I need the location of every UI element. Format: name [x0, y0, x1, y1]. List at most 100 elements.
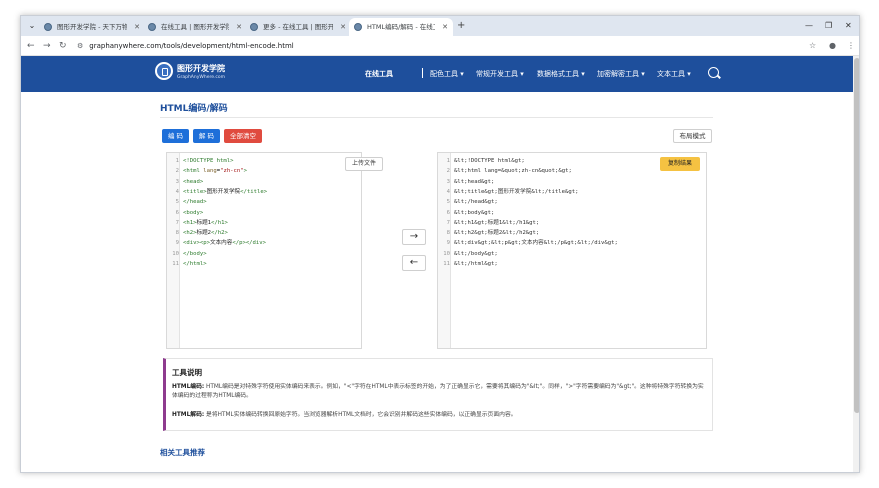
profile-icon[interactable]: ●: [829, 39, 836, 53]
close-window-icon[interactable]: ✕: [845, 18, 852, 34]
site-header: 图形开发学院 GraphAnyWhere.com 在线工具 配色工具 ▾ 常规开…: [21, 56, 853, 92]
code-text: <div><p>文本内容</p></div>: [183, 240, 267, 247]
line-number: 10: [172, 250, 179, 257]
code-text: <!DOCTYPE html>: [183, 158, 234, 164]
favicon-icon: [148, 23, 156, 31]
tab-search-icon[interactable]: ⌄: [25, 19, 39, 33]
close-tab-icon[interactable]: ✕: [134, 18, 140, 36]
line-number: 2: [175, 168, 179, 175]
nav-crypto-tools[interactable]: 加密解密工具 ▾: [597, 69, 645, 79]
code-text: &lt;h2&gt;标题2&lt;/h2&gt;: [454, 230, 540, 237]
line-number: 9: [446, 240, 450, 247]
line-number: 8: [175, 230, 179, 237]
clear-all-button[interactable]: 全部清空: [224, 129, 262, 143]
code-text: </html>: [183, 261, 207, 267]
nav-color-tools[interactable]: 配色工具 ▾: [430, 69, 464, 79]
new-tab-button[interactable]: +: [457, 18, 465, 34]
code-text: <body>: [183, 209, 204, 216]
favicon-icon: [44, 23, 52, 31]
browser-window: ⌄ 图形开发学院 - 天下万物，无所... ✕ 在线工具 | 图形开发学院 ✕ …: [20, 15, 860, 473]
encode-button[interactable]: 编 码: [162, 129, 189, 143]
minimize-icon[interactable]: —: [805, 18, 813, 34]
code-text: <head>: [183, 178, 204, 185]
arrow-right-icon: →: [409, 231, 419, 242]
encode-text: HTML编码是对特殊字符使用实体编码来表示。例如，"<"字符在HTML中表示标签…: [172, 384, 704, 399]
encode-label: HTML编码:: [172, 384, 205, 390]
favicon-icon: [354, 23, 362, 31]
code-text: &lt;h1&gt;标题1&lt;/h1&gt;: [454, 219, 540, 226]
line-number: 4: [446, 188, 450, 195]
back-icon[interactable]: ←: [27, 39, 35, 53]
code-text: &lt;!DOCTYPE html&gt;: [454, 158, 525, 164]
tab-title: 在线工具 | 图形开发学院: [161, 23, 229, 31]
line-number: 7: [446, 219, 450, 226]
line-number: 4: [175, 188, 179, 195]
line-number: 1: [446, 158, 450, 164]
bookmark-star-icon[interactable]: ☆: [809, 39, 816, 53]
scrollbar-thumb[interactable]: [854, 58, 859, 413]
line-number: 7: [175, 219, 179, 226]
search-icon[interactable]: [708, 67, 719, 78]
decode-description: HTML解码: 是将HTML实体编码转换回原始字符。当浏览器解析HTML文档时，…: [172, 411, 708, 420]
line-number: 2: [446, 168, 450, 175]
line-number: 5: [175, 199, 179, 206]
browser-tab-active[interactable]: HTML编码/解码 - 在线工具 | 图... ✕: [349, 18, 453, 36]
decode-text: 是将HTML实体编码转换回原始字符。当浏览器解析HTML文档时，它会识别并解码这…: [206, 412, 517, 418]
code-text: &lt;/head&gt;: [454, 199, 498, 206]
logo-title[interactable]: 图形开发学院: [177, 63, 225, 74]
code-text: &lt;html lang=&quot;zh-cn&quot;&gt;: [454, 168, 572, 175]
nav-data-format-tools[interactable]: 数据格式工具 ▾: [537, 69, 585, 79]
line-number: 9: [175, 240, 179, 247]
tab-title: 更多 - 在线工具 | 图形开发学院: [263, 23, 333, 31]
related-tools-heading: 相关工具推荐: [160, 448, 205, 457]
page-scrollbar[interactable]: [853, 56, 859, 472]
title-divider: [160, 117, 713, 118]
decode-button[interactable]: 解 码: [193, 129, 220, 143]
site-info-icon[interactable]: ⚙: [77, 42, 83, 50]
page-viewport: 图形开发学院 GraphAnyWhere.com 在线工具 配色工具 ▾ 常规开…: [21, 56, 859, 472]
nav-text-tools[interactable]: 文本工具 ▾: [657, 69, 691, 79]
browser-tab[interactable]: 更多 - 在线工具 | 图形开发学院 ✕: [245, 18, 351, 36]
input-editor[interactable]: 1 <!DOCTYPE html> 2 <html lang="zh-cn"> 3 <he…: [166, 152, 383, 349]
site-logo-icon[interactable]: [155, 62, 173, 80]
layout-mode-button[interactable]: 布局模式: [673, 129, 712, 143]
browser-tab[interactable]: 图形开发学院 - 天下万物，无所... ✕: [39, 18, 145, 36]
browser-menu-icon[interactable]: ⋮: [847, 39, 855, 53]
browser-tab[interactable]: 在线工具 | 图形开发学院 ✕: [143, 18, 247, 36]
arrow-left-icon: ←: [409, 257, 419, 268]
upload-file-button[interactable]: 上传文件: [345, 157, 383, 171]
code-text: &lt;/html&gt;: [454, 261, 498, 267]
reload-icon[interactable]: ↻: [59, 39, 67, 53]
code-text: <h2>标题2</h2>: [183, 230, 228, 237]
address-bar[interactable]: ⚙ graphanywhere.com/tools/development/htm…: [77, 39, 294, 53]
line-number: 3: [446, 178, 450, 185]
nav-divider: [422, 68, 423, 78]
decode-arrow-button[interactable]: ←: [402, 255, 426, 271]
code-text: &lt;head&gt;: [454, 178, 495, 185]
line-number: 11: [172, 261, 179, 267]
code-text: &lt;/body&gt;: [454, 250, 498, 257]
code-text: &lt;title&gt;图形开发学院&lt;/title&gt;: [454, 188, 579, 195]
favicon-icon: [250, 23, 258, 31]
nav-dev-tools[interactable]: 常规开发工具 ▾: [476, 69, 524, 79]
description-heading: 工具说明: [172, 368, 202, 377]
line-number: 11: [443, 261, 450, 267]
tool-description: 工具说明 HTML编码: HTML编码是对特殊字符使用实体编码来表示。例如，"<…: [163, 358, 713, 431]
code-text: </head>: [183, 199, 207, 206]
code-text: <h1>标题1</h1>: [183, 219, 228, 226]
tab-title: HTML编码/解码 - 在线工具 | 图...: [367, 23, 435, 31]
encode-arrow-button[interactable]: →: [402, 229, 426, 245]
output-editor[interactable]: 1 &lt;!DOCTYPE html&gt; 2 &lt;html lang=&qu…: [437, 152, 707, 349]
close-tab-icon[interactable]: ✕: [340, 18, 346, 36]
copy-result-button[interactable]: 复制结果: [660, 157, 700, 171]
tab-title: 图形开发学院 - 天下万物，无所...: [57, 23, 127, 31]
code-text: &lt;body&gt;: [454, 209, 495, 216]
line-number: 8: [446, 230, 450, 237]
maximize-icon[interactable]: ❐: [825, 18, 832, 34]
url-text: graphanywhere.com/tools/development/html…: [89, 42, 294, 50]
close-tab-icon[interactable]: ✕: [442, 18, 448, 36]
close-tab-icon[interactable]: ✕: [236, 18, 242, 36]
tab-strip: ⌄ 图形开发学院 - 天下万物，无所... ✕ 在线工具 | 图形开发学院 ✕ …: [21, 16, 859, 36]
nav-online-tools[interactable]: 在线工具: [365, 69, 393, 79]
forward-icon[interactable]: →: [43, 39, 51, 53]
